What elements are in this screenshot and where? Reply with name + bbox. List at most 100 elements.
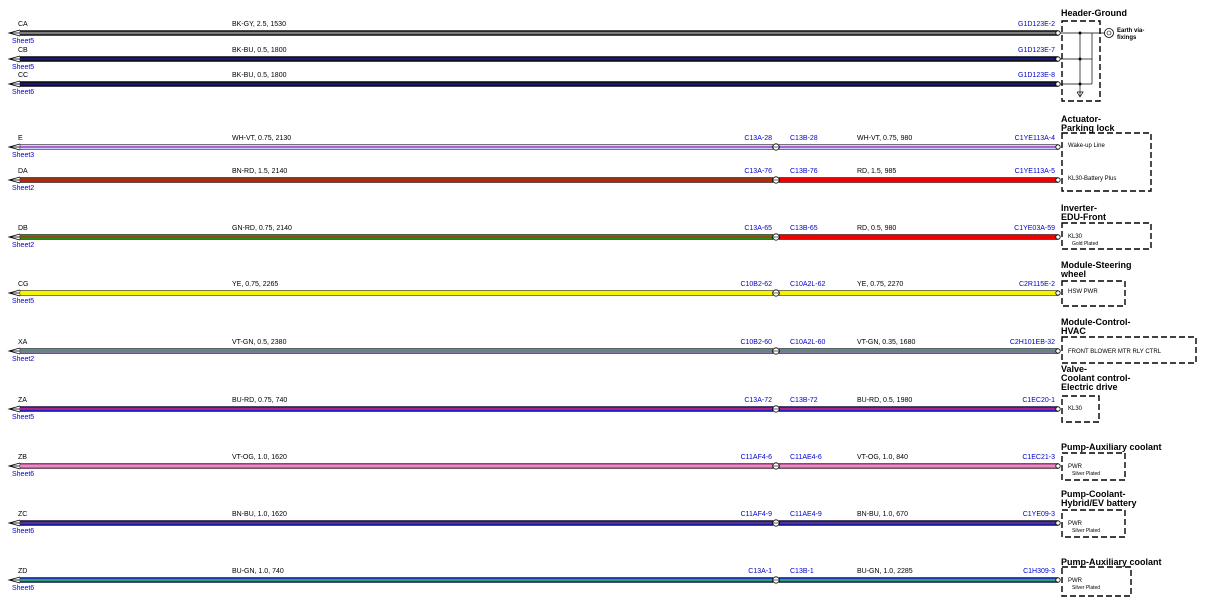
wire-za[interactable]: ZA Sheet5 BU-RD, 0.75, 740 C13A-72 C13B-72 BU… [7, 397, 1061, 421]
wire-spec-left: BK-BU, 0.5, 1800 [232, 47, 287, 54]
terminal-pin-icon[interactable] [1055, 290, 1061, 296]
connector-right-label: C13B-28 [790, 135, 818, 142]
component-header-ground[interactable]: Header-Ground Earth via-fixings [1060, 8, 1144, 102]
sheet-reference-link[interactable]: Sheet3 [12, 152, 34, 159]
terminal-pin-icon[interactable] [1055, 177, 1061, 183]
wire-spec-left: BU-GN, 1.0, 740 [232, 568, 284, 575]
wire-spec-left: BK-BU, 0.5, 1800 [232, 72, 287, 79]
terminal-label: C2R115E-2 [1019, 281, 1055, 288]
component-title: Pump-Auxiliary coolant [1061, 557, 1162, 567]
terminal-pin-icon[interactable] [1055, 56, 1061, 62]
wire-id-label: DB [18, 225, 28, 232]
component-title: EDU-Front [1061, 212, 1106, 222]
sheet-reference-link[interactable]: Sheet5 [12, 414, 34, 421]
terminal-label: C1EC20-1 [1022, 397, 1055, 404]
sheet-reference-link[interactable]: Sheet5 [12, 38, 34, 45]
connector-left-label: C13A-76 [744, 168, 772, 175]
wire-id-label: XA [18, 339, 28, 346]
wire-spec-right: YE, 0.75, 2270 [857, 281, 903, 288]
wire-spec-right: WH-VT, 0.75, 980 [857, 135, 912, 142]
wire-da[interactable]: DA Sheet2 BN-RD, 1.5, 2140 C13A-76 C13B-76 RD… [7, 168, 1061, 192]
sheet-reference-link[interactable]: Sheet6 [12, 471, 34, 478]
wire-id-label: CA [18, 21, 28, 28]
component-5[interactable]: Valve-Coolant control-Electric driveKL30 [1061, 364, 1131, 423]
earth-label: fixings [1117, 35, 1137, 41]
terminal-label: C1YE113A-4 [1015, 135, 1055, 142]
sheet-reference-link[interactable]: Sheet5 [12, 298, 34, 305]
sheet-reference-link[interactable]: Sheet6 [12, 89, 34, 96]
wire-zc[interactable]: ZC Sheet6 BN-BU, 1.0, 1620 C11AF4-9 C11AE4-9… [7, 511, 1061, 535]
component-outline [1061, 132, 1152, 192]
wire-spec-left: GN-RD, 0.75, 2140 [232, 225, 292, 232]
component-1[interactable]: Actuator-Parking lockWake-up LineKL30-Ba… [1061, 114, 1152, 192]
component-3[interactable]: Module-SteeringwheelHSW PWR [1060, 260, 1132, 307]
connector-left-label: C13A-72 [744, 397, 772, 404]
terminal-pin-icon[interactable] [1055, 144, 1061, 150]
terminal-pin-icon[interactable] [1055, 577, 1061, 583]
connector-left-label: C10B2-60 [740, 339, 772, 346]
component-7[interactable]: Pump-Coolant-Hybrid/EV batteryPWRSilver … [1061, 489, 1137, 538]
wire-db[interactable]: DB Sheet2 GN-RD, 0.75, 2140 C13A-65 C13B-65 R… [7, 225, 1061, 249]
wire-ca[interactable]: CA Sheet5 BK-GY, 2.5, 1530 G1D123E-2 [7, 21, 1061, 45]
wire-spec-right: BN-BU, 1.0, 670 [857, 511, 908, 518]
sheet-reference-link[interactable]: Sheet6 [12, 528, 34, 535]
wire-cb[interactable]: CB Sheet5 BK-BU, 0.5, 1800 G1D123E-7 [7, 47, 1061, 71]
pin-label: PWR [1068, 578, 1083, 584]
pin-label: KL30 [1068, 234, 1083, 240]
wire-spec-right: RD, 0.5, 980 [857, 225, 896, 232]
wire-spec-left: YE, 0.75, 2265 [232, 281, 278, 288]
wire-spec-right: VT-OG, 1.0, 840 [857, 454, 908, 461]
wiring-diagram: CA Sheet5 BK-GY, 2.5, 1530 G1D123E-2 CB Sheet… [7, 8, 1197, 597]
component-6[interactable]: Pump-Auxiliary coolant PWRSilver Plated [1061, 442, 1162, 481]
terminal-pin-icon[interactable] [1055, 234, 1061, 240]
connector-right-label: C11AE4-6 [790, 454, 822, 461]
sheet-reference-link[interactable]: Sheet6 [12, 585, 34, 592]
wire-cc[interactable]: CC Sheet6 BK-BU, 0.5, 1800 G1D123E-8 [7, 72, 1061, 96]
sheet-reference-link[interactable]: Sheet2 [12, 356, 34, 363]
terminal-label: C1YE03A-59 [1014, 225, 1055, 232]
wire-xa[interactable]: XA Sheet2 VT-GN, 0.5, 2380 C10B2-60 C10A2L-6… [7, 339, 1061, 363]
wire-spec-right: BU-RD, 0.5, 1980 [857, 397, 912, 404]
connector-right-label: C10A2L-60 [790, 339, 826, 346]
pin-label: PWR [1068, 521, 1083, 527]
pin-label: Wake-up Line [1068, 143, 1105, 149]
terminal-pin-icon[interactable] [1055, 463, 1061, 469]
wire-zd[interactable]: ZD Sheet6 BU-GN, 1.0, 740 C13A-1 C13B-1 BU-GN… [7, 568, 1061, 592]
wire-spec-left: VT-GN, 0.5, 2380 [232, 339, 287, 346]
terminal-label: C2H101EB-32 [1010, 339, 1055, 346]
component-title: Pump-Auxiliary coolant [1061, 442, 1162, 452]
sheet-reference-link[interactable]: Sheet2 [12, 242, 34, 249]
wire-spec-left: BN-BU, 1.0, 1620 [232, 511, 287, 518]
sheet-reference-link[interactable]: Sheet5 [12, 64, 34, 71]
terminal-label: C1EC21-3 [1022, 454, 1055, 461]
pin-label: PWR [1068, 464, 1083, 470]
wire-spec-left: BK-GY, 2.5, 1530 [232, 21, 286, 28]
earth-point-icon [1104, 28, 1114, 38]
sheet-reference-link[interactable]: Sheet2 [12, 185, 34, 192]
wire-e[interactable]: E Sheet3 WH-VT, 0.75, 2130 C13A-28 C13B-28 WH… [7, 135, 1061, 159]
component-title: HVAC [1061, 326, 1086, 336]
wire-zb[interactable]: ZB Sheet6 VT-OG, 1.0, 1620 C11AF4-6 C11AE4-6… [7, 454, 1061, 478]
terminal-pin-icon[interactable] [1055, 30, 1061, 36]
wire-spec-right: BU-GN, 1.0, 2285 [857, 568, 913, 575]
connector-right-label: C10A2L-62 [790, 281, 826, 288]
terminal-pin-icon[interactable] [1055, 81, 1061, 87]
terminal-pin-icon[interactable] [1055, 406, 1061, 412]
connector-left-label: C10B2-62 [740, 281, 772, 288]
pin-label: KL30-Battery Plus [1068, 176, 1116, 182]
connector-right-label: C13B-72 [790, 397, 818, 404]
wire-spec-left: BN-RD, 1.5, 2140 [232, 168, 287, 175]
wire-id-label: CC [18, 72, 28, 79]
component-4[interactable]: Module-Control-HVACFRONT BLOWER MTR RLY … [1061, 317, 1197, 364]
component-title: Header-Ground [1061, 8, 1127, 18]
component-2[interactable]: Inverter-EDU-FrontKL30Gold Plated [1061, 203, 1152, 250]
wire-cg[interactable]: CG Sheet5 YE, 0.75, 2265 C10B2-62 C10A2L-62 Y… [7, 281, 1061, 305]
component-title: Parking lock [1061, 123, 1116, 133]
component-8[interactable]: Pump-Auxiliary coolant PWRSilver Plated [1061, 557, 1162, 597]
wire-spec-right: RD, 1.5, 985 [857, 168, 896, 175]
terminal-label: G1D123E-7 [1018, 47, 1055, 54]
wire-id-label: ZC [18, 511, 27, 518]
terminal-pin-icon[interactable] [1055, 520, 1061, 526]
terminal-label: C1H309-3 [1023, 568, 1055, 575]
terminal-pin-icon[interactable] [1055, 348, 1061, 354]
